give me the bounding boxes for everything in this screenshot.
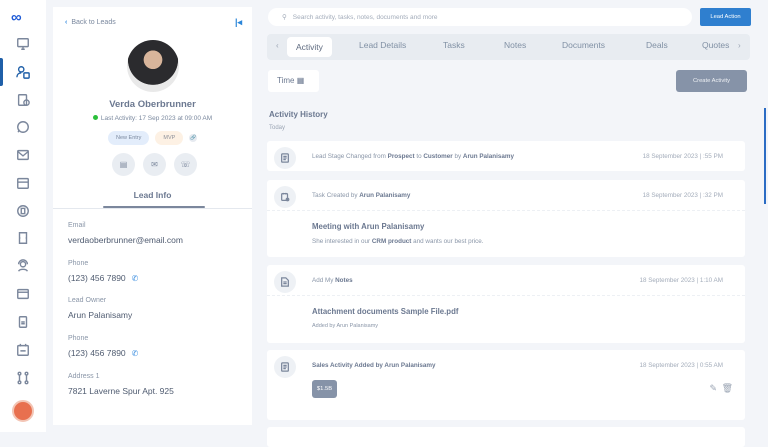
divider: [267, 295, 745, 296]
app-logo[interactable]: ∞: [11, 9, 22, 26]
email-label: Email: [68, 222, 86, 229]
activity-card: Sales Activity Added by Arun Palanisamy …: [267, 350, 745, 420]
amount-badge: $1.5B: [312, 380, 337, 398]
tab-tasks[interactable]: Tasks: [443, 40, 465, 50]
divider: [53, 208, 252, 209]
search-icon: ⚲: [282, 14, 287, 21]
tab-lead-info[interactable]: Lead Info: [53, 190, 252, 200]
invoice-icon[interactable]: [13, 90, 33, 110]
sidebar: ∞: [0, 0, 46, 432]
activity-card: Task Created by Arun Palanisamy 18 Septe…: [267, 180, 745, 257]
support-icon[interactable]: [13, 256, 33, 276]
activity-card: Lead Stage Changed from Prospect to Cust…: [267, 141, 745, 171]
task-title: Meeting with Arun Palanisamy: [312, 222, 425, 231]
time-label: Time: [277, 76, 295, 85]
document-icon: [274, 356, 296, 378]
store-icon[interactable]: [13, 173, 33, 193]
link-icon[interactable]: 🔗: [189, 134, 198, 142]
tab-activity[interactable]: Activity: [287, 37, 332, 57]
email-button[interactable]: ✉: [143, 153, 166, 176]
workflow-icon[interactable]: [13, 368, 33, 388]
phone-icon[interactable]: ✆: [132, 274, 139, 283]
tab-bar: ‹ Activity Lead Details Tasks Notes Docu…: [267, 34, 750, 60]
lead-photo: [127, 40, 179, 92]
task-description: She interested in our CRM product and wa…: [312, 238, 484, 245]
activity-date: 18 September 2023 | 0:55 AM: [639, 362, 723, 369]
create-activity-button[interactable]: Create Activity: [676, 70, 747, 92]
lead-owner-label: Lead Owner: [68, 297, 107, 304]
lead-name: Verda Oberbrunner: [109, 99, 196, 110]
tab-documents[interactable]: Documents: [562, 40, 605, 50]
chevron-left-icon[interactable]: ‹: [276, 41, 279, 50]
phone2-value: (123) 456 7890 ✆: [68, 348, 138, 358]
activity-text: Task Created by Arun Palanisamy: [312, 192, 411, 199]
tab-lead-details[interactable]: Lead Details: [359, 40, 406, 50]
tab-notes[interactable]: Notes: [504, 40, 526, 50]
whatsapp-button[interactable]: ☏: [174, 153, 197, 176]
activity-card: Add My Notes 18 September 2023 | 1:10 AM…: [267, 265, 745, 343]
report-icon[interactable]: [13, 312, 33, 332]
dashboard-icon[interactable]: [13, 34, 33, 54]
trash-icon[interactable]: 🗑: [722, 383, 733, 394]
lead-owner-value: Arun Palanisamy: [68, 310, 133, 320]
lead-panel: ‹ Back to Leads |◂ Verda Oberbrunner Last…: [53, 7, 252, 425]
email-value: verdaoberbrunner@email.com: [68, 235, 183, 245]
last-activity: Last Activity: 17 Sep 2023 at 09:00 AM: [53, 115, 252, 122]
activity-card: [267, 427, 745, 447]
document-icon[interactable]: [13, 201, 33, 221]
divider: [267, 210, 745, 211]
status-dot: [92, 115, 98, 120]
last-activity-text: Last Activity: 17 Sep 2023 at 09:00 AM: [100, 115, 213, 122]
activity-date: 18 September 2023 | 1:10 AM: [639, 277, 723, 284]
chat-icon: ▤: [119, 160, 128, 169]
phone-icon[interactable]: ✆: [132, 349, 139, 358]
back-to-leads-link[interactable]: ‹ Back to Leads: [65, 19, 116, 26]
scrollbar[interactable]: [764, 108, 766, 204]
phone-text: (123) 456 7890: [68, 273, 126, 283]
time-filter[interactable]: Time ▦: [268, 70, 319, 92]
ticket-icon[interactable]: [13, 228, 33, 248]
browser-icon[interactable]: [13, 284, 33, 304]
collapse-panel-icon[interactable]: |◂: [235, 17, 242, 28]
search-input[interactable]: ⚲ Search activity, tasks, notes, document…: [268, 8, 692, 26]
activity-text: Sales Activity Added by Arun Palanisamy: [312, 362, 436, 369]
tab-quotes[interactable]: Quotes: [702, 40, 729, 50]
tag-new-entry[interactable]: New Entry: [108, 131, 150, 145]
date-group: Today: [269, 125, 286, 131]
phone-label: Phone: [68, 260, 89, 267]
document-icon: [274, 147, 296, 169]
notes-icon: [274, 271, 296, 293]
lead-action-button[interactable]: Lead Action: [700, 8, 751, 26]
tab-deals[interactable]: Deals: [646, 40, 668, 50]
edit-icon[interactable]: ✎: [709, 383, 717, 394]
whatsapp-icon: ☏: [180, 160, 191, 169]
activity-text: Add My Notes: [312, 277, 353, 284]
search-placeholder: Search activity, tasks, notes, documents…: [292, 14, 438, 21]
phone2-label: Phone: [68, 335, 89, 342]
calendar-icon[interactable]: [13, 340, 33, 360]
chevron-right-icon[interactable]: ›: [738, 41, 741, 50]
added-by: Added by Arun Palanisamy: [312, 323, 379, 329]
address-label: Address 1: [68, 373, 100, 380]
mail-icon[interactable]: [13, 145, 33, 165]
activity-date: 18 September 2023 | :55 PM: [642, 153, 723, 160]
phone-value: (123) 456 7890 ✆: [68, 273, 138, 283]
chevron-left-icon: ‹: [65, 19, 68, 26]
user-avatar[interactable]: [12, 400, 34, 422]
chat-button[interactable]: ▤: [112, 153, 135, 176]
activity-text: Lead Stage Changed from Prospect to Cust…: [312, 153, 514, 160]
whatsapp-icon[interactable]: [13, 117, 33, 137]
activity-history-title: Activity History: [269, 110, 328, 119]
phone2-text: (123) 456 7890: [68, 348, 126, 358]
leads-icon[interactable]: [13, 62, 33, 82]
back-label: Back to Leads: [71, 19, 116, 26]
calendar-icon: ▦: [296, 76, 305, 85]
activity-date: 18 September 2023 | :32 PM: [642, 192, 723, 199]
task-calendar-icon: [274, 186, 296, 208]
mail-icon: ✉: [151, 160, 158, 169]
tag-mvp[interactable]: MVP: [155, 131, 184, 145]
attachment-title[interactable]: Attachment documents Sample File.pdf: [312, 307, 458, 316]
address-value: 7821 Laverne Spur Apt. 925: [68, 386, 174, 396]
active-indicator: [0, 58, 3, 86]
